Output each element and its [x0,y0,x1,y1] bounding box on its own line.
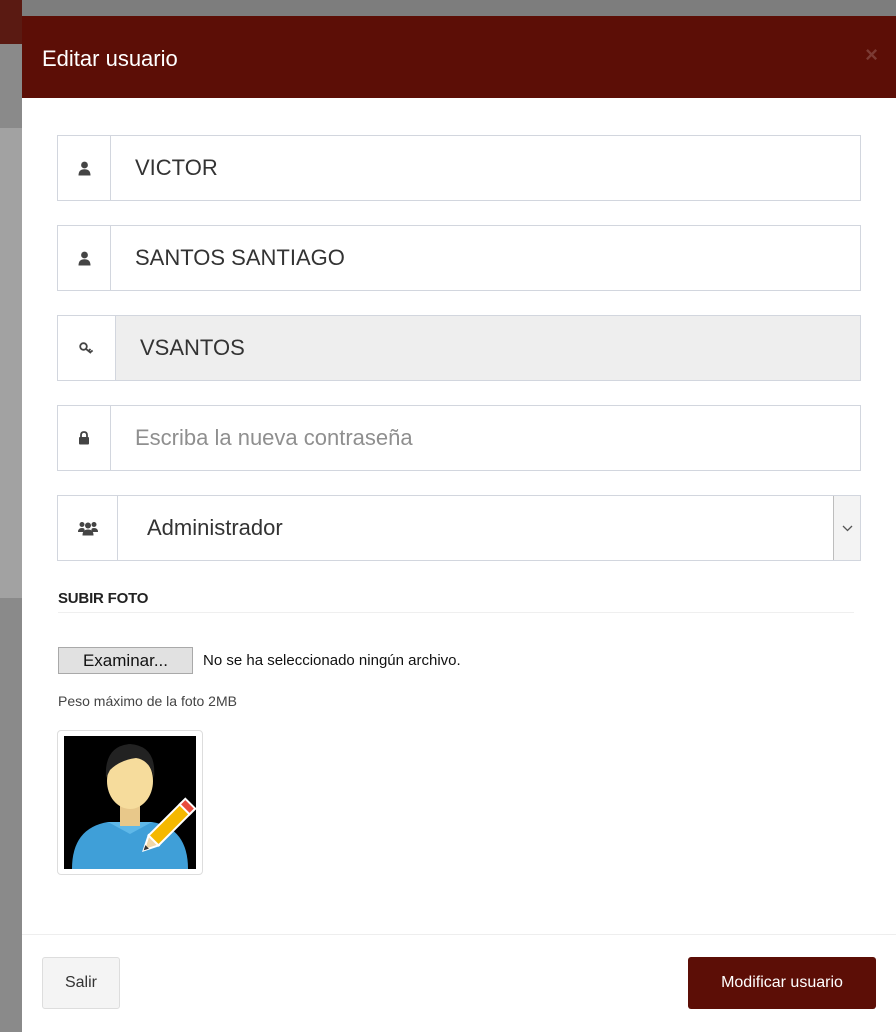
username-input: VSANTOS [116,316,860,380]
last-name-input[interactable]: SANTOS SANTIAGO [111,226,860,290]
background-page [0,0,22,1032]
modal-header: Editar usuario × [22,16,896,98]
modify-user-button[interactable]: Modificar usuario [688,957,876,1009]
role-select-value: Administrador [147,515,283,540]
last-name-group: SANTOS SANTIAGO [57,225,861,291]
divider [58,612,854,613]
background-header [0,0,22,44]
exit-button[interactable]: Salir [42,957,120,1009]
photo-size-hint: Peso máximo de la foto 2MB [58,693,237,709]
password-input[interactable]: Escriba la nueva contraseña [111,406,860,470]
key-icon [58,316,116,380]
photo-section-title: SUBIR FOTO [58,590,149,607]
first-name-input[interactable]: VICTOR [111,136,860,200]
role-select[interactable]: Administrador [118,496,860,560]
user-icon [58,226,111,290]
username-group: VSANTOS [57,315,861,381]
edit-user-form: VICTOR SANTOS SANTIAGO VSANTOS Escriba l… [57,135,861,585]
footer-divider [22,934,896,935]
users-icon [58,496,118,560]
file-upload-row: Examinar... No se ha seleccionado ningún… [58,647,461,674]
file-status-text: No se ha seleccionado ningún archivo. [203,652,461,669]
close-button[interactable]: × [865,44,878,66]
background-panel [0,128,22,598]
first-name-group: VICTOR [57,135,861,201]
browse-button[interactable]: Examinar... [58,647,193,674]
user-icon [58,136,111,200]
user-edit-avatar-icon [64,736,196,869]
password-group: Escriba la nueva contraseña [57,405,861,471]
modal-title: Editar usuario [42,46,178,71]
edit-user-modal: Editar usuario × VICTOR SANTOS SANTIAGO [22,16,896,1032]
chevron-down-icon[interactable] [833,496,860,560]
lock-icon [58,406,111,470]
role-group: Administrador [57,495,861,561]
photo-preview [57,730,203,875]
